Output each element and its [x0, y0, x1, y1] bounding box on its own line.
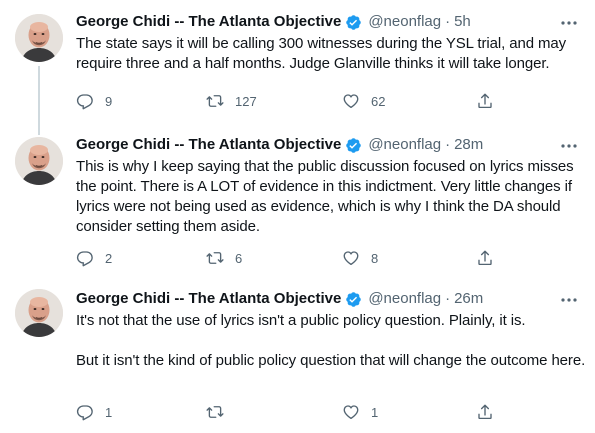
- tweet-actions: 9 127 62: [76, 91, 506, 111]
- verified-badge-icon: [345, 14, 362, 31]
- like-count: 8: [371, 250, 379, 266]
- reply-button[interactable]: 9: [76, 91, 112, 111]
- retweet-count: 6: [235, 250, 243, 266]
- retweet-count: 127: [235, 93, 257, 109]
- verified-badge-icon: [345, 137, 362, 154]
- like-count: 1: [371, 404, 379, 420]
- retweet-button[interactable]: 127: [206, 91, 257, 111]
- tweet-header: George Chidi -- The Atlanta Objective @n…: [76, 135, 483, 155]
- reply-button[interactable]: 1: [76, 402, 112, 422]
- separator-dot: ·: [445, 13, 451, 30]
- reply-count: 1: [105, 404, 113, 420]
- share-button[interactable]: [476, 91, 494, 111]
- like-button[interactable]: 1: [342, 402, 378, 422]
- timestamp[interactable]: 5h: [454, 12, 471, 32]
- reply-icon: [76, 249, 94, 267]
- author-handle[interactable]: @neonflag: [368, 289, 441, 309]
- tweet-3[interactable]: George Chidi -- The Atlanta Objective @n…: [0, 280, 595, 433]
- separator-dot: ·: [445, 290, 451, 307]
- timestamp[interactable]: 28m: [454, 135, 483, 155]
- share-button[interactable]: [476, 402, 494, 422]
- retweet-icon: [206, 249, 224, 267]
- retweet-button[interactable]: 6: [206, 248, 242, 268]
- reply-button[interactable]: 2: [76, 248, 112, 268]
- tweet-actions: 2 6 8: [76, 248, 506, 268]
- reply-count: 9: [105, 93, 113, 109]
- share-icon: [476, 92, 494, 110]
- share-icon: [476, 403, 494, 421]
- more-icon[interactable]: [559, 291, 579, 309]
- more-icon[interactable]: [559, 137, 579, 155]
- like-icon: [342, 249, 360, 267]
- like-icon: [342, 92, 360, 110]
- reply-icon: [76, 92, 94, 110]
- tweet-header: George Chidi -- The Atlanta Objective @n…: [76, 289, 483, 309]
- share-button[interactable]: [476, 248, 494, 268]
- tweet-2[interactable]: George Chidi -- The Atlanta Objective @n…: [0, 128, 595, 280]
- more-icon[interactable]: [559, 14, 579, 32]
- retweet-button[interactable]: [206, 402, 235, 422]
- timestamp[interactable]: 26m: [454, 289, 483, 309]
- tweet-1[interactable]: George Chidi -- The Atlanta Objective @n…: [0, 0, 595, 128]
- like-icon: [342, 403, 360, 421]
- author-name[interactable]: George Chidi -- The Atlanta Objective: [76, 289, 341, 309]
- like-button[interactable]: 8: [342, 248, 378, 268]
- thread-line: [38, 128, 40, 135]
- retweet-icon: [206, 92, 224, 110]
- author-handle[interactable]: @neonflag: [368, 135, 441, 155]
- tweet-header: George Chidi -- The Atlanta Objective @n…: [76, 12, 471, 32]
- separator-dot: ·: [445, 136, 451, 153]
- thread-line: [38, 66, 40, 128]
- tweet-actions: 1 1: [76, 402, 506, 422]
- tweet-text: This is why I keep saying that the publi…: [76, 158, 574, 235]
- reply-count: 2: [105, 250, 113, 266]
- verified-badge-icon: [345, 291, 362, 308]
- tweet-text: It's not that the use of lyrics isn't a …: [76, 312, 586, 369]
- tweet-text: The state says it will be calling 300 wi…: [76, 35, 567, 72]
- author-handle[interactable]: @neonflag: [368, 12, 441, 32]
- avatar[interactable]: [15, 289, 63, 337]
- like-count: 62: [371, 93, 386, 109]
- reply-icon: [76, 403, 94, 421]
- like-button[interactable]: 62: [342, 91, 385, 111]
- author-name[interactable]: George Chidi -- The Atlanta Objective: [76, 12, 341, 32]
- author-name[interactable]: George Chidi -- The Atlanta Objective: [76, 135, 341, 155]
- retweet-icon: [206, 403, 224, 421]
- avatar[interactable]: [15, 137, 63, 185]
- share-icon: [476, 249, 494, 267]
- avatar[interactable]: [15, 14, 63, 62]
